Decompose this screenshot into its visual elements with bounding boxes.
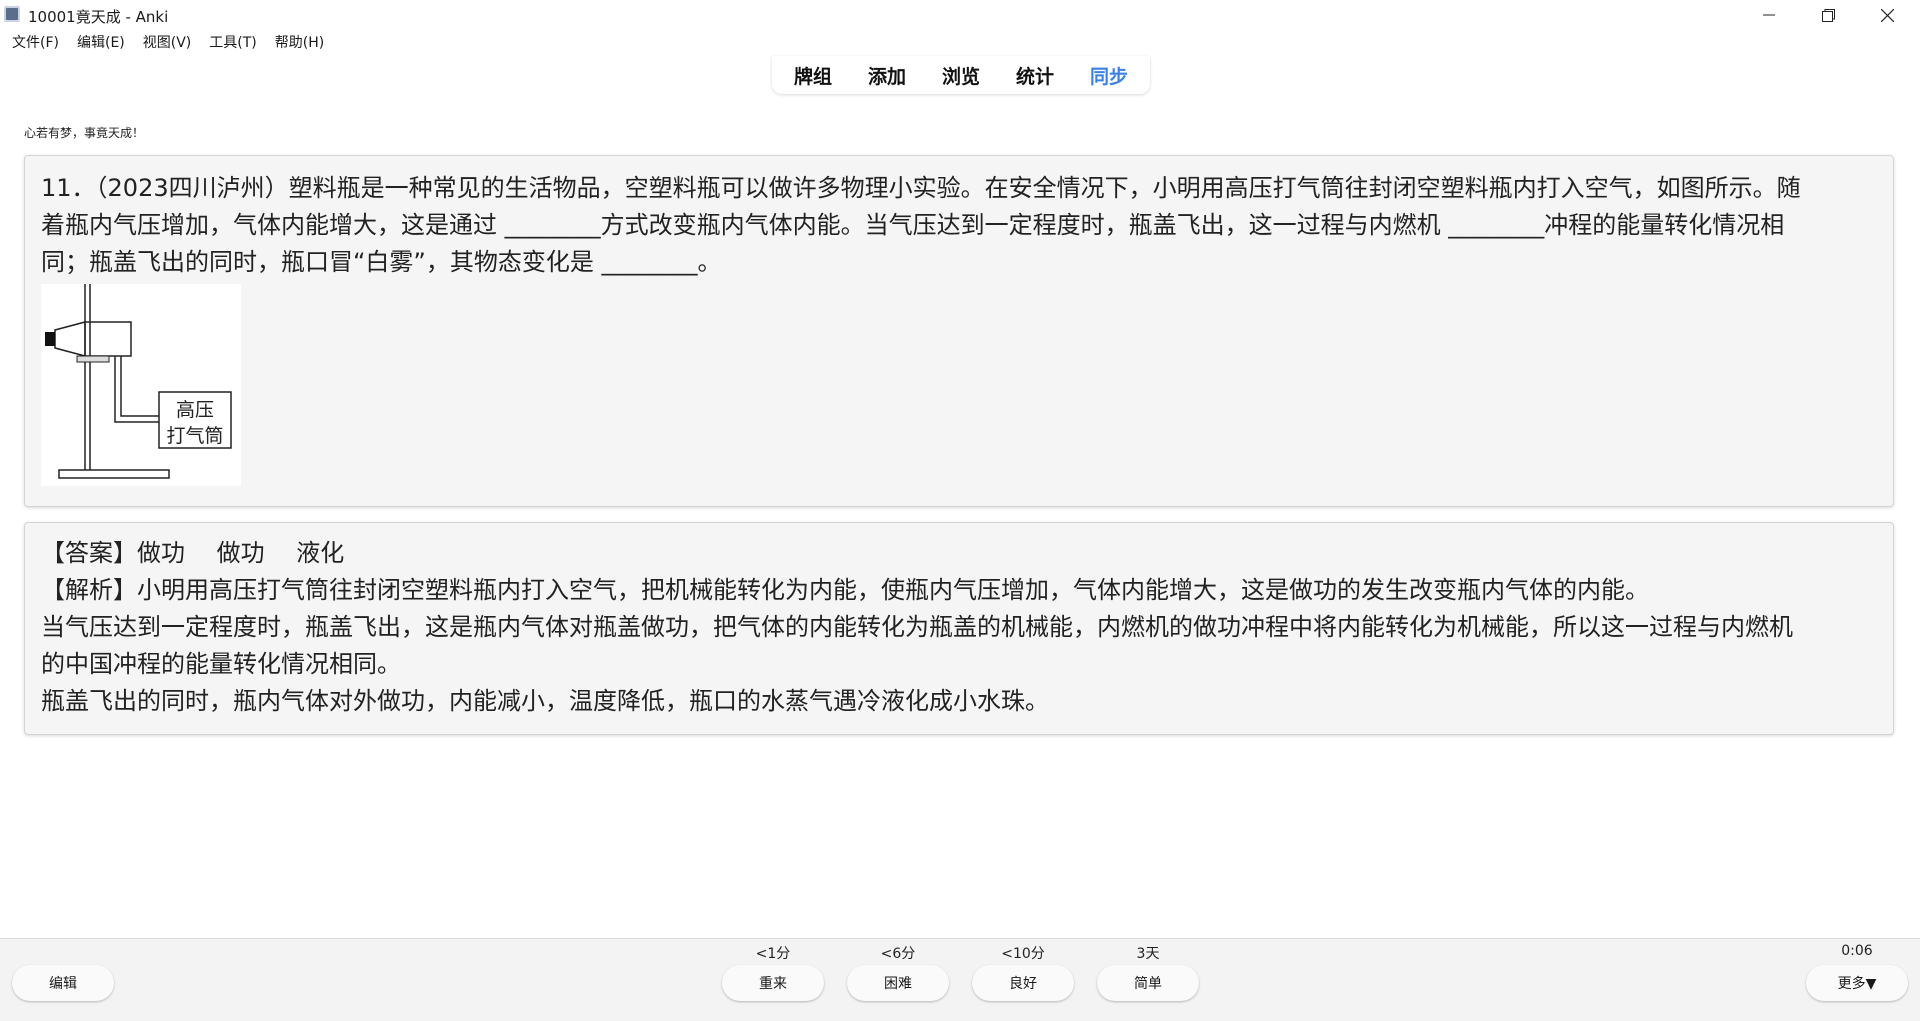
good-button[interactable]: 良好	[972, 965, 1074, 1001]
close-button[interactable]	[1858, 0, 1916, 30]
window-title: 10001竟天成 - Anki	[28, 8, 169, 26]
interval-easy: 3天	[1136, 946, 1160, 962]
again-button[interactable]: 重来	[722, 965, 824, 1001]
question-line-3: 同；瓶盖飞出的同时，瓶口冒“白雾”，其物态变化是 ________。	[41, 248, 722, 276]
answer-line-1: 【答案】做功 做功 液化	[41, 539, 345, 567]
close-icon	[1880, 8, 1894, 22]
deck-motto: 心若有梦，事竟天成！	[24, 126, 145, 140]
answer-card: 【答案】做功 做功 液化 【解析】小明用高压打气筒往封闭空塑料瓶内打入空气，把机…	[24, 522, 1894, 735]
answer-line-3: 当气压达到一定程度时，瓶盖飞出，这是瓶内气体对瓶盖做功，把气体的内能转化为瓶盖的…	[41, 613, 1793, 641]
review-timer: 0:06	[1841, 943, 1873, 959]
anki-app-icon	[4, 6, 20, 22]
answer-line-4: 的中国冲程的能量转化情况相同。	[41, 650, 401, 678]
minimize-button[interactable]	[1740, 0, 1798, 30]
minimize-icon	[1763, 14, 1775, 16]
restore-icon	[1821, 8, 1835, 22]
question-line-2: 着瓶内气压增加，气体内能增大，这是通过 ________方式改变瓶内气体内能。当…	[41, 211, 1785, 239]
menu-tools[interactable]: 工具(T)	[209, 32, 256, 52]
experiment-figure: 高压 打气筒	[41, 284, 241, 486]
question-line-1: 11．（2023四川泸州）塑料瓶是一种常见的生活物品，空塑料瓶可以做许多物理小实…	[41, 174, 1801, 202]
title-bar: 10001竟天成 - Anki	[0, 0, 1920, 30]
menu-edit[interactable]: 编辑(E)	[77, 32, 125, 52]
answer-line-5: 瓶盖飞出的同时，瓶内气体对外做功，内能减小，温度降低，瓶口的水蒸气遇冷液化成小水…	[41, 687, 1049, 715]
tab-browse[interactable]: 浏览	[924, 62, 998, 89]
pump-bottle-diagram: 高压 打气筒	[45, 284, 232, 479]
menu-bar: 文件(F) 编辑(E) 视图(V) 工具(T) 帮助(H)	[0, 30, 1920, 54]
interval-hard: <6分	[880, 946, 916, 962]
figure-label-1: 高压	[176, 399, 214, 421]
hard-button[interactable]: 困难	[847, 965, 949, 1001]
tab-stats[interactable]: 统计	[998, 62, 1072, 89]
edit-button[interactable]: 编辑	[12, 965, 114, 1001]
review-bottom-bar: 编辑 <1分 重来 <6分 困难 <10分 良好 3天 简单 0:06 更多▼	[0, 938, 1920, 1021]
tab-sync[interactable]: 同步	[1072, 62, 1146, 89]
interval-good: <10分	[1001, 946, 1045, 962]
easy-button[interactable]: 简单	[1097, 965, 1199, 1001]
menu-view[interactable]: 视图(V)	[143, 32, 192, 52]
tab-decks[interactable]: 牌组	[776, 62, 850, 89]
figure-label-2: 打气筒	[166, 425, 223, 447]
restore-button[interactable]	[1799, 0, 1857, 30]
top-toolbar: 牌组 添加 浏览 统计 同步	[772, 56, 1150, 94]
interval-again: <1分	[755, 946, 791, 962]
question-card: 11．（2023四川泸州）塑料瓶是一种常见的生活物品，空塑料瓶可以做许多物理小实…	[24, 155, 1894, 507]
more-button[interactable]: 更多▼	[1806, 965, 1908, 1001]
answer-line-2: 【解析】小明用高压打气筒往封闭空塑料瓶内打入空气，把机械能转化为内能，使瓶内气压…	[41, 576, 1649, 604]
tab-add[interactable]: 添加	[850, 62, 924, 89]
menu-help[interactable]: 帮助(H)	[275, 32, 324, 52]
menu-file[interactable]: 文件(F)	[12, 32, 59, 52]
